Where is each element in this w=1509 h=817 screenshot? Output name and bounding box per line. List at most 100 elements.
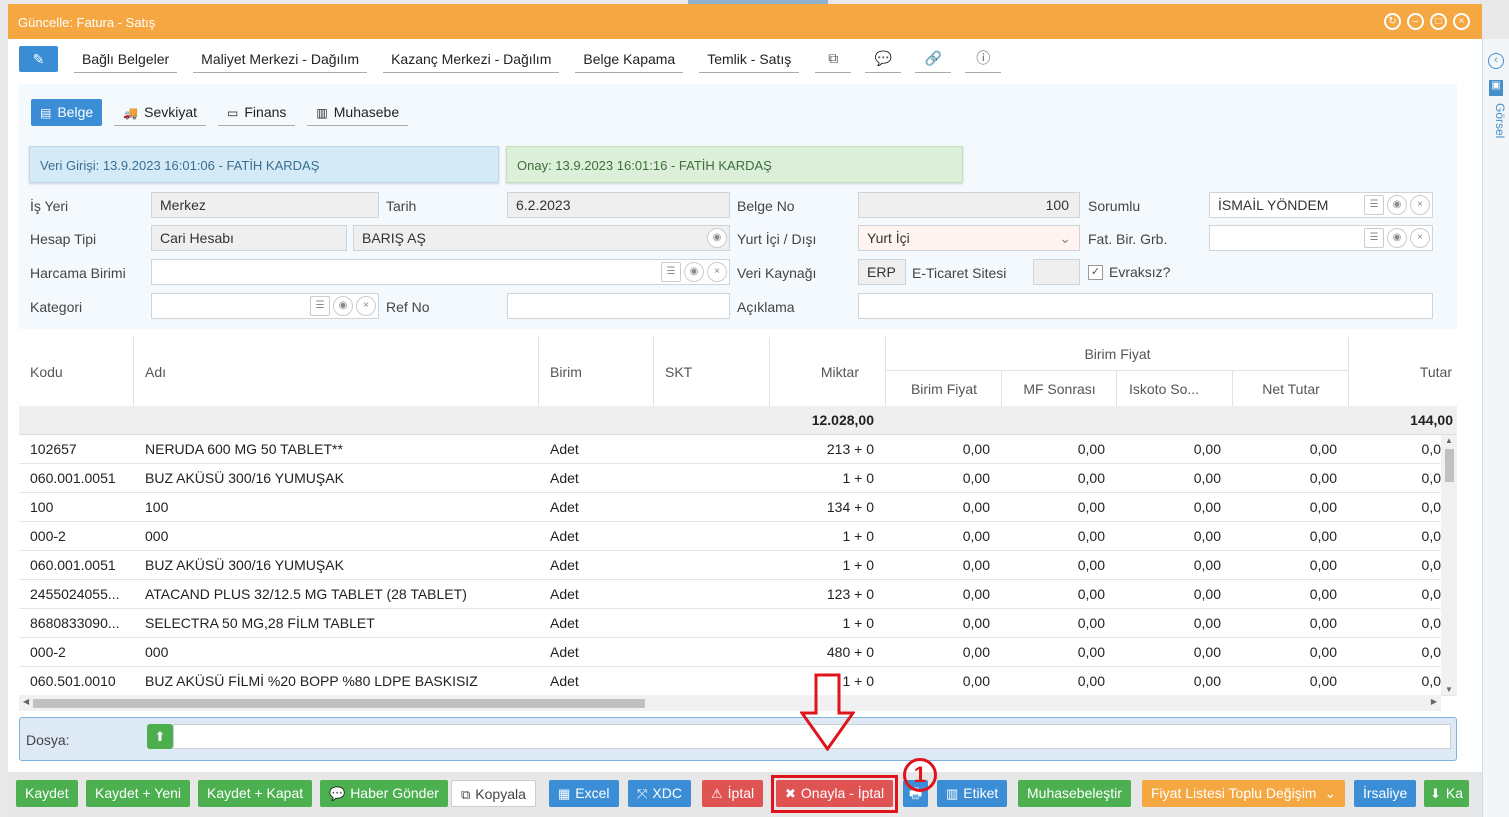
muhasebelestir-button[interactable]: Muhasebeleştir xyxy=(1018,780,1131,807)
annotation-highlight-box xyxy=(771,775,898,813)
linked-documents-link[interactable]: Bağlı Belgeler xyxy=(74,45,178,73)
table-row[interactable]: 8680833090... SELECTRA 50 MG,28 FİLM TABL… xyxy=(19,609,1457,638)
eticaret-field xyxy=(1033,259,1080,285)
cell-skt xyxy=(665,522,765,550)
column-skt[interactable]: SKT xyxy=(654,337,770,406)
sorumlu-field[interactable]: İSMAİL YÖNDEM ☰ ◉ × xyxy=(1209,192,1433,218)
refresh-icon[interactable]: ↻ xyxy=(1384,13,1401,30)
cell-miktar: 134 + 0 xyxy=(826,499,874,515)
table-row[interactable]: 102657 NERUDA 600 MG 50 TABLET** Adet 213 +… xyxy=(19,435,1457,464)
profit-center-link[interactable]: Kazanç Merkezi - Dağılım xyxy=(383,45,560,73)
horizontal-scroll-thumb[interactable] xyxy=(33,699,645,708)
fiyat-listesi-button[interactable]: Fiyat Listesi Toplu Değişim ⌄ xyxy=(1142,780,1346,807)
column-mf-sonrasi[interactable]: MF Sonrası xyxy=(1002,371,1117,406)
image-icon[interactable]: ▣ xyxy=(1489,80,1503,96)
cell-mf: 0,00 xyxy=(1077,528,1105,544)
excel-button[interactable]: ▦ Excel xyxy=(549,780,619,807)
clear-icon[interactable]: × xyxy=(1410,228,1430,248)
list-icon[interactable]: ☰ xyxy=(1364,195,1384,215)
scroll-down-icon[interactable]: ▼ xyxy=(1445,685,1453,694)
column-kodu[interactable]: Kodu xyxy=(19,337,134,406)
table-row[interactable]: 000-2 000 Adet 1 + 0 0,00 0,00 0,00 0,00 0,0 xyxy=(19,522,1457,551)
clear-icon[interactable]: × xyxy=(707,262,727,282)
table-row[interactable]: 060.501.0010 BUZ AKÜSÜ FİLMİ %20 BOPP %80… xyxy=(19,667,1457,696)
kaydet-yeni-button[interactable]: Kaydet + Yeni xyxy=(86,780,191,807)
kategori-field[interactable]: ☰ ◉ × xyxy=(151,293,379,319)
kaydet-button[interactable]: Kaydet xyxy=(16,780,78,807)
haber-gonder-button[interactable]: 💬 Haber Gönder xyxy=(320,780,448,807)
document-closing-link[interactable]: Belge Kapama xyxy=(575,45,684,73)
tab-muhasebe[interactable]: ▥ Muhasebe xyxy=(307,99,409,126)
column-birim-fiyat[interactable]: Birim Fiyat xyxy=(886,371,1002,406)
eye-icon[interactable]: ◉ xyxy=(684,262,704,282)
eye-icon[interactable]: ◉ xyxy=(1387,195,1407,215)
iptal-button[interactable]: ⚠ İptal xyxy=(702,780,764,807)
eye-icon[interactable]: ◉ xyxy=(333,296,353,316)
table-row[interactable]: 000-2 000 Adet 480 + 0 0,00 0,00 0,00 0,00 0,0 xyxy=(19,638,1457,667)
close-icon[interactable]: × xyxy=(1453,13,1470,30)
info-icon[interactable]: ⓘ xyxy=(965,45,1002,73)
eye-icon[interactable]: ◉ xyxy=(1387,228,1407,248)
file-attachment-bar: Dosya: ⬆ xyxy=(19,717,1457,761)
column-miktar[interactable]: Miktar xyxy=(770,337,886,406)
table-row[interactable]: 2455024055... ATACAND PLUS 32/12.5 MG TAB… xyxy=(19,580,1457,609)
column-birim[interactable]: Birim xyxy=(539,337,654,406)
cell-net: 0,00 xyxy=(1309,441,1337,457)
clear-icon[interactable]: × xyxy=(1410,195,1430,215)
table-row[interactable]: 060.001.0051 BUZ AKÜSÜ 300/16 YUMUŞAK Adet… xyxy=(19,464,1457,493)
list-icon[interactable]: ☰ xyxy=(1364,228,1384,248)
fat-field[interactable]: ☰ ◉ × xyxy=(1209,225,1433,251)
list-icon[interactable]: ☰ xyxy=(661,262,681,282)
cell-tutar: 0,0 xyxy=(1421,557,1441,573)
side-label[interactable]: Görsel xyxy=(1485,103,1507,138)
annotation-arrow xyxy=(800,673,855,751)
kaydet-kapat-button[interactable]: Kaydet + Kapat xyxy=(198,780,313,807)
vertical-scrollbar[interactable]: ▲ ▼ xyxy=(1441,435,1457,695)
clear-icon[interactable]: × xyxy=(356,296,376,316)
edit-button[interactable]: ✎ xyxy=(19,46,58,72)
tab-sevkiyat[interactable]: 🚚 Sevkiyat xyxy=(114,99,207,126)
table-row[interactable]: 100 100 Adet 134 + 0 0,00 0,00 0,00 0,00 0,0 xyxy=(19,493,1457,522)
maximize-icon[interactable]: □ xyxy=(1430,13,1447,30)
cell-isk: 0,00 xyxy=(1193,673,1221,689)
copy-icon[interactable]: ⧉ xyxy=(815,45,852,73)
right-side-panel: ‹ ▣ Görsel xyxy=(1482,39,1509,817)
etiket-button[interactable]: ▥ Etiket xyxy=(937,780,1008,807)
chat-icon[interactable]: 💬 xyxy=(865,45,902,73)
collapse-left-icon[interactable]: ‹ xyxy=(1488,53,1504,69)
xdc-button[interactable]: ⤧ XDC xyxy=(628,780,691,807)
excel-icon: ▦ xyxy=(558,786,571,801)
table-row[interactable]: 060.001.0051 BUZ AKÜSÜ 300/16 YUMUŞAK Adet… xyxy=(19,551,1457,580)
vertical-scroll-thumb[interactable] xyxy=(1445,449,1454,482)
ref-field[interactable] xyxy=(507,293,730,319)
eye-icon[interactable]: ◉ xyxy=(707,228,727,248)
scroll-up-icon[interactable]: ▲ xyxy=(1445,436,1453,445)
assignment-sales-link[interactable]: Temlik - Satış xyxy=(699,45,800,73)
column-net-tutar[interactable]: Net Tutar xyxy=(1233,371,1349,406)
yurt-select[interactable]: Yurt İçi ⌄ xyxy=(858,225,1080,251)
column-adi[interactable]: Adı xyxy=(134,337,539,406)
upload-cloud-icon[interactable]: ⬆ xyxy=(147,724,173,749)
cell-isk: 0,00 xyxy=(1193,528,1221,544)
evraksiz-checkbox[interactable]: ✓ xyxy=(1088,265,1103,280)
scroll-left-icon[interactable]: ◀ xyxy=(23,697,29,706)
tab-belge[interactable]: ▤ Belge xyxy=(31,99,103,126)
tab-finans[interactable]: ▭ Finans xyxy=(218,99,296,126)
cell-mf: 0,00 xyxy=(1077,470,1105,486)
kopyala-button[interactable]: ⧉ Kopyala xyxy=(451,780,536,807)
list-icon[interactable]: ☰ xyxy=(310,296,330,316)
scroll-right-icon[interactable]: ▶ xyxy=(1431,697,1437,706)
irsaliye-button[interactable]: İrsaliye xyxy=(1354,780,1417,807)
cell-birim: Adet xyxy=(550,557,579,573)
minimize-icon[interactable]: – xyxy=(1407,13,1424,30)
column-tutar[interactable]: Tutar xyxy=(1349,337,1457,406)
aciklama-field[interactable] xyxy=(858,293,1433,319)
harcama-field[interactable]: ☰ ◉ × xyxy=(151,259,730,285)
totals-row: 12.028,00 144,00 xyxy=(19,406,1457,435)
ka-button[interactable]: ⬇ Ka xyxy=(1424,780,1469,807)
column-iskonto[interactable]: Iskoto So... xyxy=(1117,371,1233,406)
horizontal-scrollbar[interactable]: ◀ ▶ xyxy=(19,695,1441,711)
cell-birim: Adet xyxy=(550,644,579,660)
cost-center-link[interactable]: Maliyet Merkezi - Dağılım xyxy=(193,45,368,73)
link-icon[interactable]: 🔗 xyxy=(915,45,952,73)
